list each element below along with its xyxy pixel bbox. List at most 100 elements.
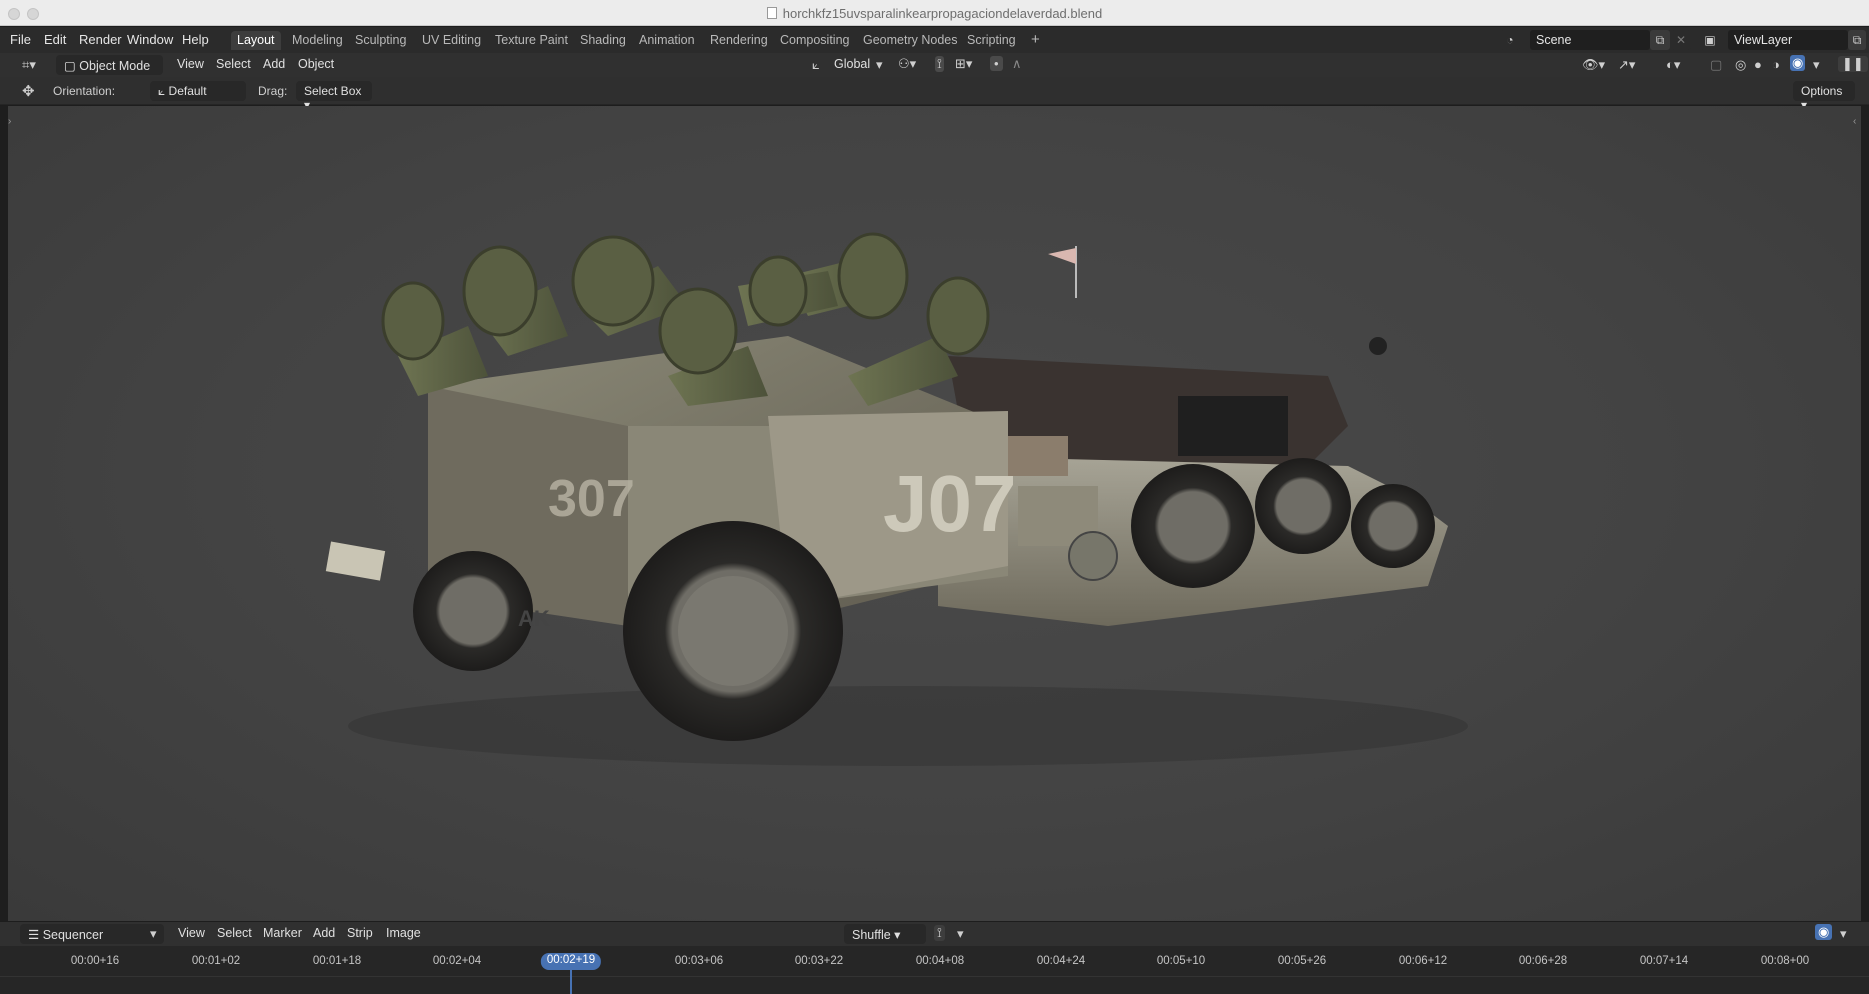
snap-icon[interactable]: ⟟ [934, 925, 945, 941]
time-tick: 00:03+22 [794, 955, 844, 967]
tab-uv-editing[interactable]: UV Editing [416, 31, 487, 50]
time-tick: 00:04+08 [915, 955, 965, 967]
3d-viewport[interactable]: › ‹ 307 J07 AK [8, 106, 1861, 921]
add-workspace-button[interactable]: + [1025, 29, 1046, 48]
view-layer-selector-icon[interactable]: ▣ [1700, 30, 1720, 50]
time-tick: 00:03+06 [674, 955, 724, 967]
solid-shading-icon[interactable]: ● [1754, 57, 1762, 72]
editor-type-icon[interactable]: ⌗▾ [22, 57, 36, 73]
tab-scripting[interactable]: Scripting [961, 31, 1022, 50]
sequencer-menu-image[interactable]: Image [386, 926, 421, 940]
new-view-layer-icon[interactable]: ⧉ [1848, 30, 1866, 50]
menu-help[interactable]: Help [182, 32, 209, 47]
viewport-header: ⌗▾ ▢ Object Mode ▾ View Select Add Objec… [0, 53, 1869, 88]
gizmo-icon[interactable]: ↗▾ [1618, 57, 1635, 73]
xray-icon[interactable]: ▢ [1710, 57, 1722, 73]
tab-compositing[interactable]: Compositing [774, 31, 855, 50]
sequencer-menu-select[interactable]: Select [217, 926, 252, 940]
menu-window[interactable]: Window [127, 32, 173, 47]
snap-target-icon[interactable]: ⊞▾ [955, 56, 972, 72]
menu-edit[interactable]: Edit [44, 32, 66, 47]
viewport-menu-object[interactable]: Object [298, 57, 334, 71]
viewport-menu-select[interactable]: Select [216, 57, 251, 71]
viewport-menu-view[interactable]: View [177, 57, 204, 71]
transform-orientation-icon[interactable]: ⟀ [812, 57, 820, 73]
shading-options-icon[interactable]: ▾ [1813, 57, 1820, 73]
sidebar-expand-icon[interactable]: ‹ [1853, 116, 1856, 127]
orientation-icon: ⟀ [158, 84, 169, 98]
object-mode-dropdown[interactable]: ▢ Object Mode ▾ [56, 55, 163, 88]
document-icon [766, 7, 777, 19]
car-wheel-2 [1255, 458, 1351, 554]
tool-settings-bar: ✥ Orientation: ⟀ Default Drag: Select Bo… [0, 77, 1869, 112]
drag-value: Select Box [304, 84, 362, 98]
trailer: 307 J07 AK [325, 336, 1016, 741]
sequencer-menu-add[interactable]: Add [313, 926, 335, 940]
sequencer-menu-view[interactable]: View [178, 926, 205, 940]
proportional-falloff-icon[interactable]: ∧ [1012, 56, 1022, 72]
editor-type-label: Sequencer [42, 928, 104, 942]
pivot-point-icon[interactable]: ⚇▾ [898, 56, 916, 72]
current-time-indicator[interactable]: 00:02+19 [540, 953, 602, 970]
orientation-value: Default [168, 84, 207, 98]
time-tick: 00:05+26 [1277, 955, 1327, 967]
tab-shading[interactable]: Shading [574, 31, 632, 50]
tab-sculpting[interactable]: Sculpting [349, 31, 412, 50]
trailer-spare-wheel [413, 551, 533, 671]
orientation-dropdown[interactable]: ⟀ Default [150, 81, 246, 101]
chevron-down-icon[interactable]: ▾ [876, 57, 883, 73]
viewport-menu-add[interactable]: Add [263, 57, 285, 71]
menu-render[interactable]: Render [79, 32, 122, 47]
sequencer-menu-marker[interactable]: Marker [263, 926, 302, 940]
tab-rendering[interactable]: Rendering [704, 31, 774, 50]
snap-options-icon[interactable]: ▾ [957, 926, 964, 942]
scene-name-field[interactable]: Scene [1530, 30, 1650, 50]
visibility-icon[interactable]: 👁▾ [1582, 57, 1605, 73]
vehicle-render: 307 J07 AK [325, 232, 1468, 766]
car-wheel-1 [1131, 464, 1255, 588]
time-tick: 00:06+12 [1398, 955, 1448, 967]
drag-dropdown[interactable]: Select Box ▾ [296, 81, 372, 112]
move-tool-icon: ✥ [22, 83, 35, 100]
options-dropdown[interactable]: Options ▾ [1793, 81, 1855, 112]
time-tick: 00:08+00 [1760, 955, 1810, 967]
new-scene-icon[interactable]: ⧉ [1650, 30, 1670, 50]
playhead[interactable] [570, 970, 572, 994]
sequencer-header: ☰ Sequencer ▾ View Select Marker Add Str… [0, 922, 1869, 946]
sequencer-menu-strip[interactable]: Strip [347, 926, 373, 940]
time-tick: 00:00+16 [70, 955, 120, 967]
material-shading-icon[interactable]: ◑ [1772, 57, 1780, 72]
scene-selector-icon[interactable]: ◔ [1500, 30, 1520, 50]
tab-animation[interactable]: Animation [633, 31, 701, 50]
overlay-icon[interactable]: ◐▾ [1666, 57, 1680, 73]
car-window [1178, 396, 1288, 456]
tab-layout[interactable]: Layout [231, 31, 281, 50]
rendered-shading-icon[interactable]: ◉ [1790, 55, 1806, 71]
tab-texture-paint[interactable]: Texture Paint [489, 31, 574, 50]
overlay-options-icon[interactable]: ▾ [1840, 926, 1847, 942]
toolbar-expand-icon[interactable]: › [8, 116, 11, 127]
overlap-mode-dropdown[interactable]: Shuffle ▾ [844, 924, 926, 944]
window-title: horchkfz15uvsparalinkearpropagaciondelav… [0, 6, 1869, 21]
transform-orientation-dropdown[interactable]: Global [834, 57, 870, 71]
tab-modeling[interactable]: Modeling [286, 31, 349, 50]
proportional-edit-icon[interactable]: • [990, 56, 1003, 71]
tab-geometry-nodes[interactable]: Geometry Nodes [857, 31, 963, 50]
menu-file[interactable]: File [10, 32, 31, 47]
view-layer-field[interactable]: ViewLayer [1728, 30, 1848, 50]
wireframe-shading-icon[interactable]: ◎ [1735, 57, 1746, 73]
pause-icon[interactable]: ❚❚ [1838, 56, 1868, 72]
ground-shadow [348, 686, 1468, 766]
time-tick: 00:02+04 [432, 955, 482, 967]
snap-toggle-icon[interactable]: ⟟ [935, 56, 944, 72]
time-tick: 00:04+24 [1036, 955, 1086, 967]
car-wheel-3 [1351, 484, 1435, 568]
sequencer-timeline[interactable]: 00:00+16 00:01+02 00:01+18 00:02+04 00:0… [0, 946, 1869, 994]
chevron-down-icon: ▾ [150, 926, 157, 941]
wheel-emblem-text: AK [518, 606, 550, 631]
overlay-toggle-icon[interactable]: ◉ [1815, 924, 1833, 940]
editor-type-dropdown[interactable]: ☰ Sequencer [20, 924, 164, 944]
right-gutter [1861, 106, 1869, 921]
delete-scene-icon[interactable]: ✕ [1671, 30, 1691, 50]
object-mode-label: Object Mode [79, 59, 151, 73]
